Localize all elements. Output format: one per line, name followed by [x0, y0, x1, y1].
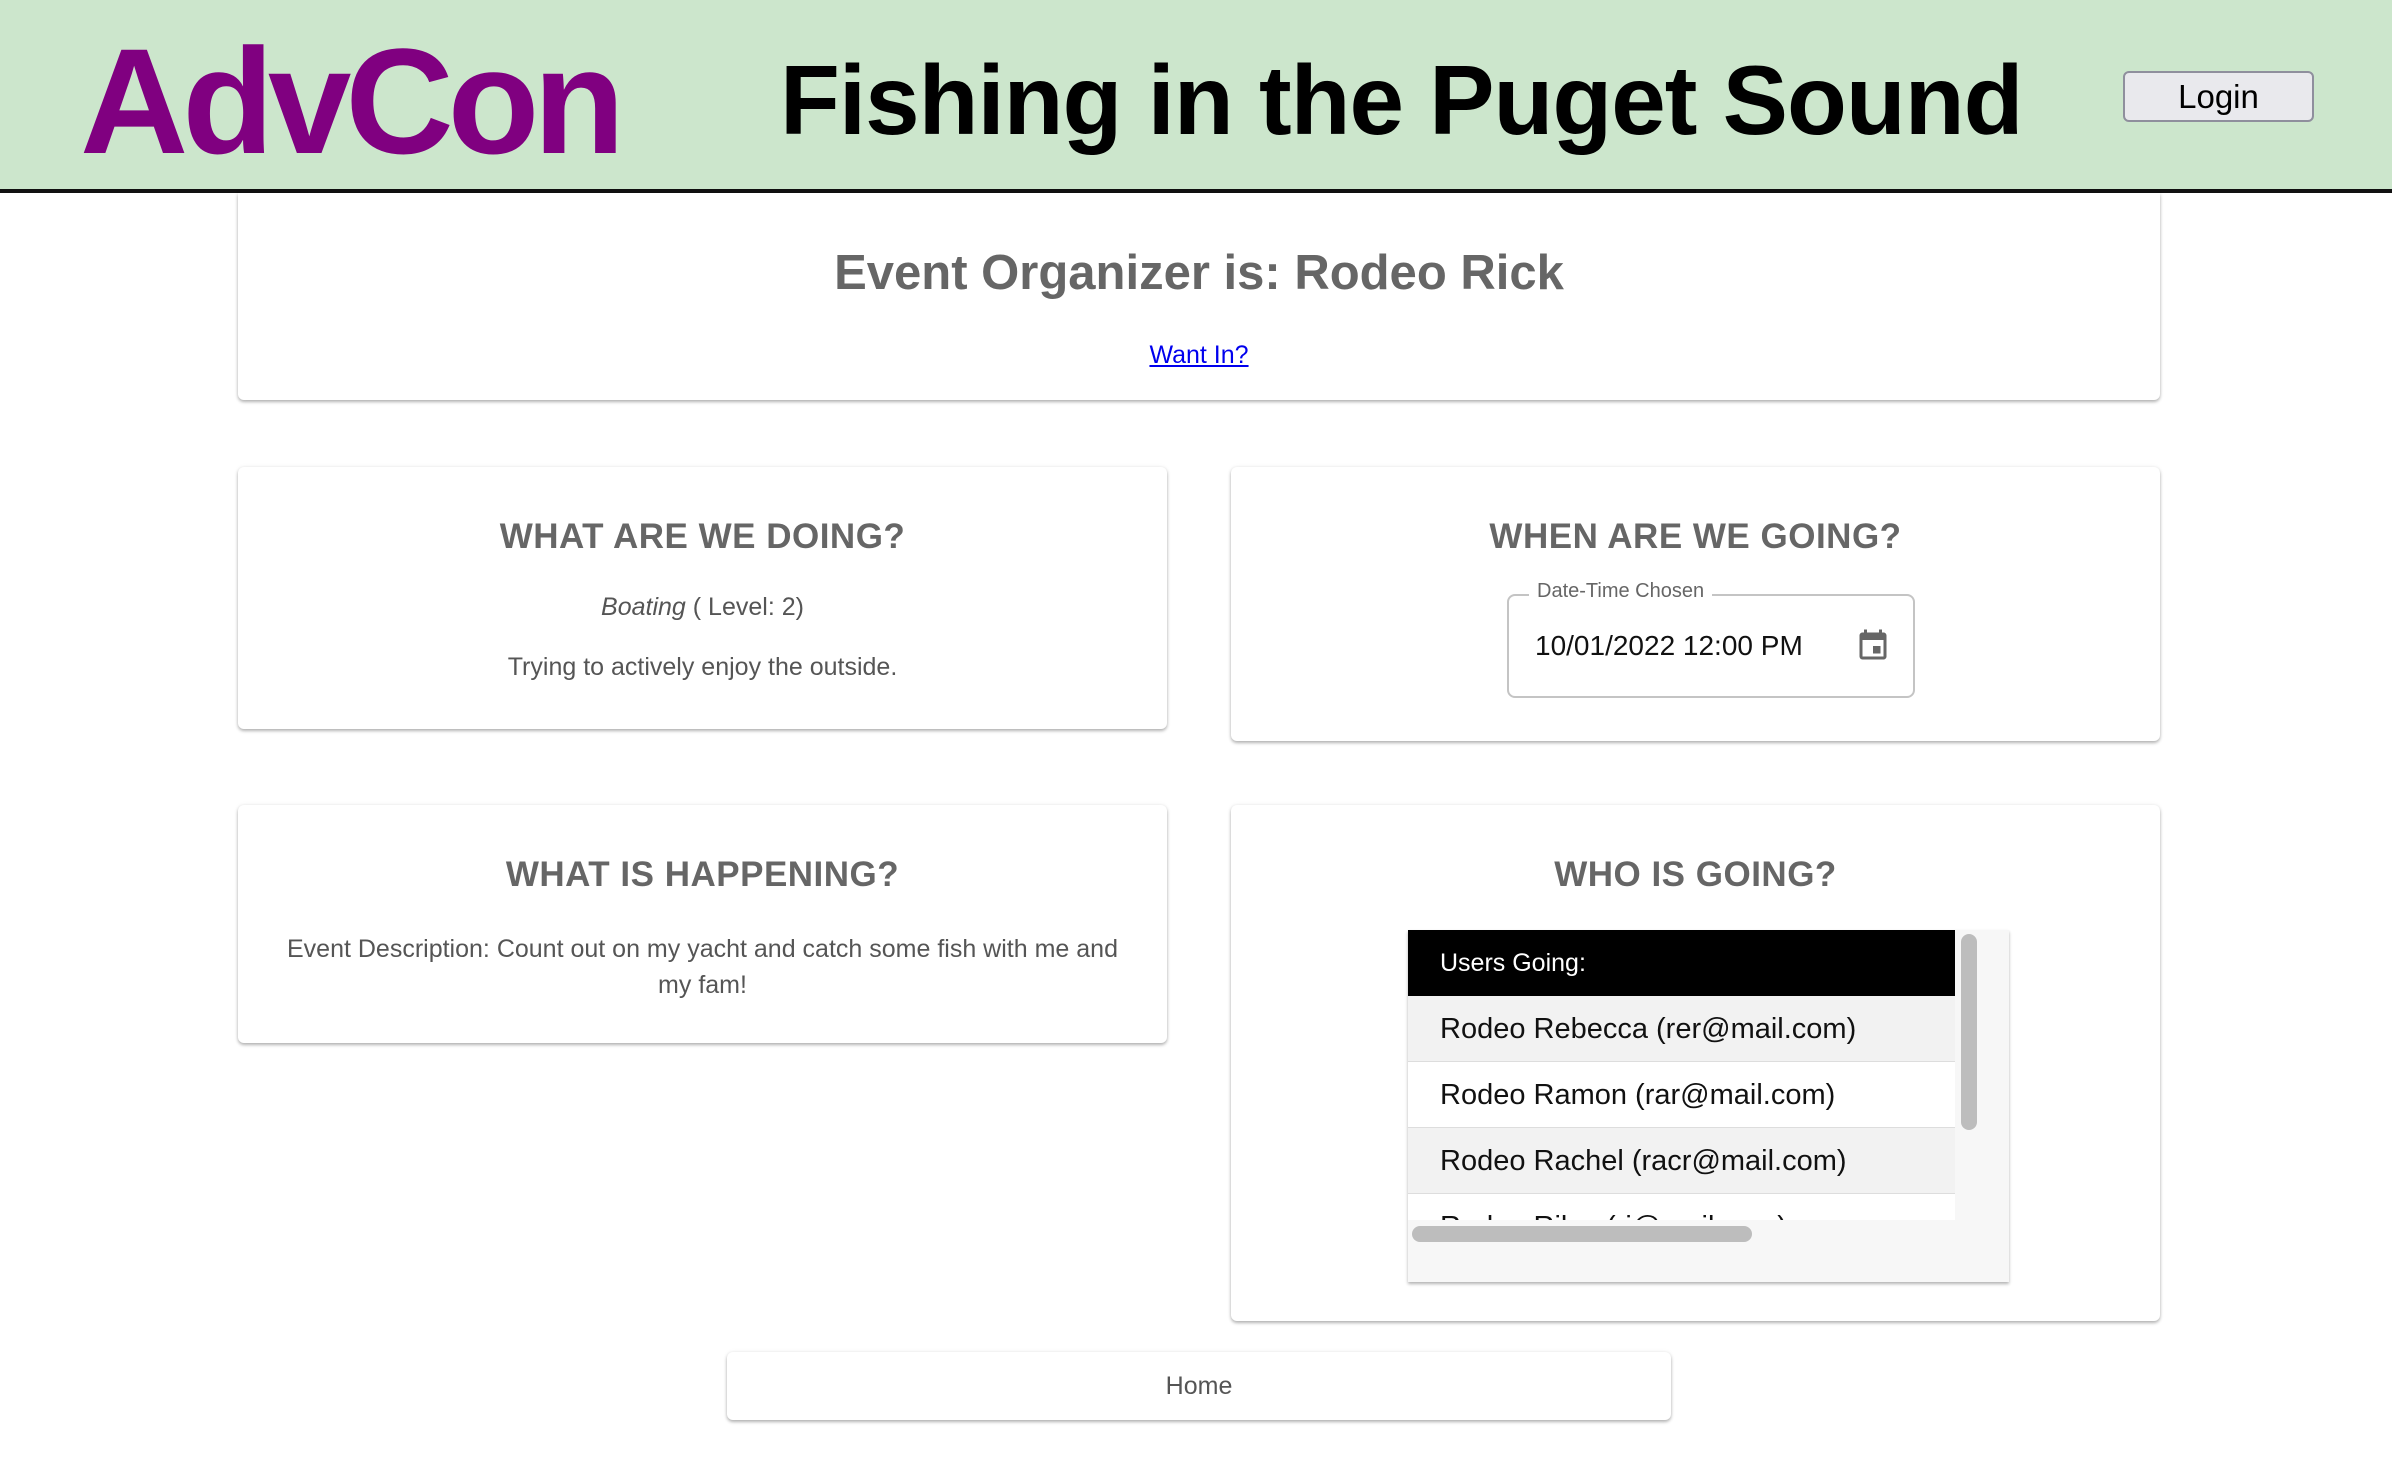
vertical-scrollbar[interactable] — [1961, 934, 1977, 1130]
activity-card: WHAT ARE WE DOING? Boating ( Level: 2) T… — [238, 467, 1167, 729]
activity-heading: WHAT ARE WE DOING? — [499, 517, 906, 556]
attendees-heading: WHO IS GOING? — [1554, 855, 1837, 894]
event-description: Event Description: Count out on my yacht… — [287, 935, 1118, 999]
activity-level: ( Level: 2) — [692, 593, 804, 621]
app-header: AdvCon Fishing in the Puget Sound Login — [0, 0, 2392, 193]
grid-row[interactable]: Rodeo Ramon (rar@mail.com) — [1408, 1062, 1955, 1128]
brand-logo[interactable]: AdvCon — [80, 16, 625, 186]
attendees-grid: Users Going: Rodeo Rebecca (rer@mail.com… — [1408, 930, 2009, 1282]
calendar-icon[interactable] — [1855, 627, 1891, 665]
datetime-field-label: Date-Time Chosen — [1529, 580, 1713, 603]
date-heading: WHEN ARE WE GOING? — [1489, 517, 1902, 556]
date-card: WHEN ARE WE GOING? Date-Time Chosen 10/0… — [1231, 467, 2160, 741]
grid-row[interactable]: Rodeo Riley (ri@mail.com) — [1408, 1194, 1955, 1220]
home-button[interactable]: Home — [727, 1352, 1671, 1420]
grid-row[interactable]: Rodeo Rachel (racr@mail.com) — [1408, 1128, 1955, 1194]
datetime-field[interactable]: Date-Time Chosen 10/01/2022 12:00 PM — [1507, 580, 1915, 698]
organizer-heading: Event Organizer is: Rodeo Rick — [834, 246, 1564, 300]
description-heading: WHAT IS HAPPENING? — [505, 855, 900, 894]
page-title: Fishing in the Puget Sound — [780, 45, 2023, 155]
activity-name: Boating — [601, 593, 686, 621]
activity-summary: Trying to actively enjoy the outside. — [507, 653, 898, 681]
datetime-field-value[interactable]: 10/01/2022 12:00 PM — [1535, 630, 1803, 662]
organizer-card: Event Organizer is: Rodeo Rick Want In? — [238, 193, 2160, 400]
want-in-link[interactable]: Want In? — [238, 341, 2160, 370]
activity-line: Boating ( Level: 2) — [238, 593, 1167, 622]
description-card: WHAT IS HAPPENING? Event Description: Co… — [238, 805, 1167, 1043]
grid-column-header[interactable]: Users Going: — [1408, 930, 1955, 996]
login-button[interactable]: Login — [2123, 71, 2314, 122]
horizontal-scrollbar[interactable] — [1412, 1226, 1752, 1242]
attendees-grid-viewport: Users Going: Rodeo Rebecca (rer@mail.com… — [1408, 930, 1955, 1220]
attendees-card: WHO IS GOING? Users Going: Rodeo Rebecca… — [1231, 805, 2160, 1321]
grid-row[interactable]: Rodeo Rebecca (rer@mail.com) — [1408, 996, 1955, 1062]
